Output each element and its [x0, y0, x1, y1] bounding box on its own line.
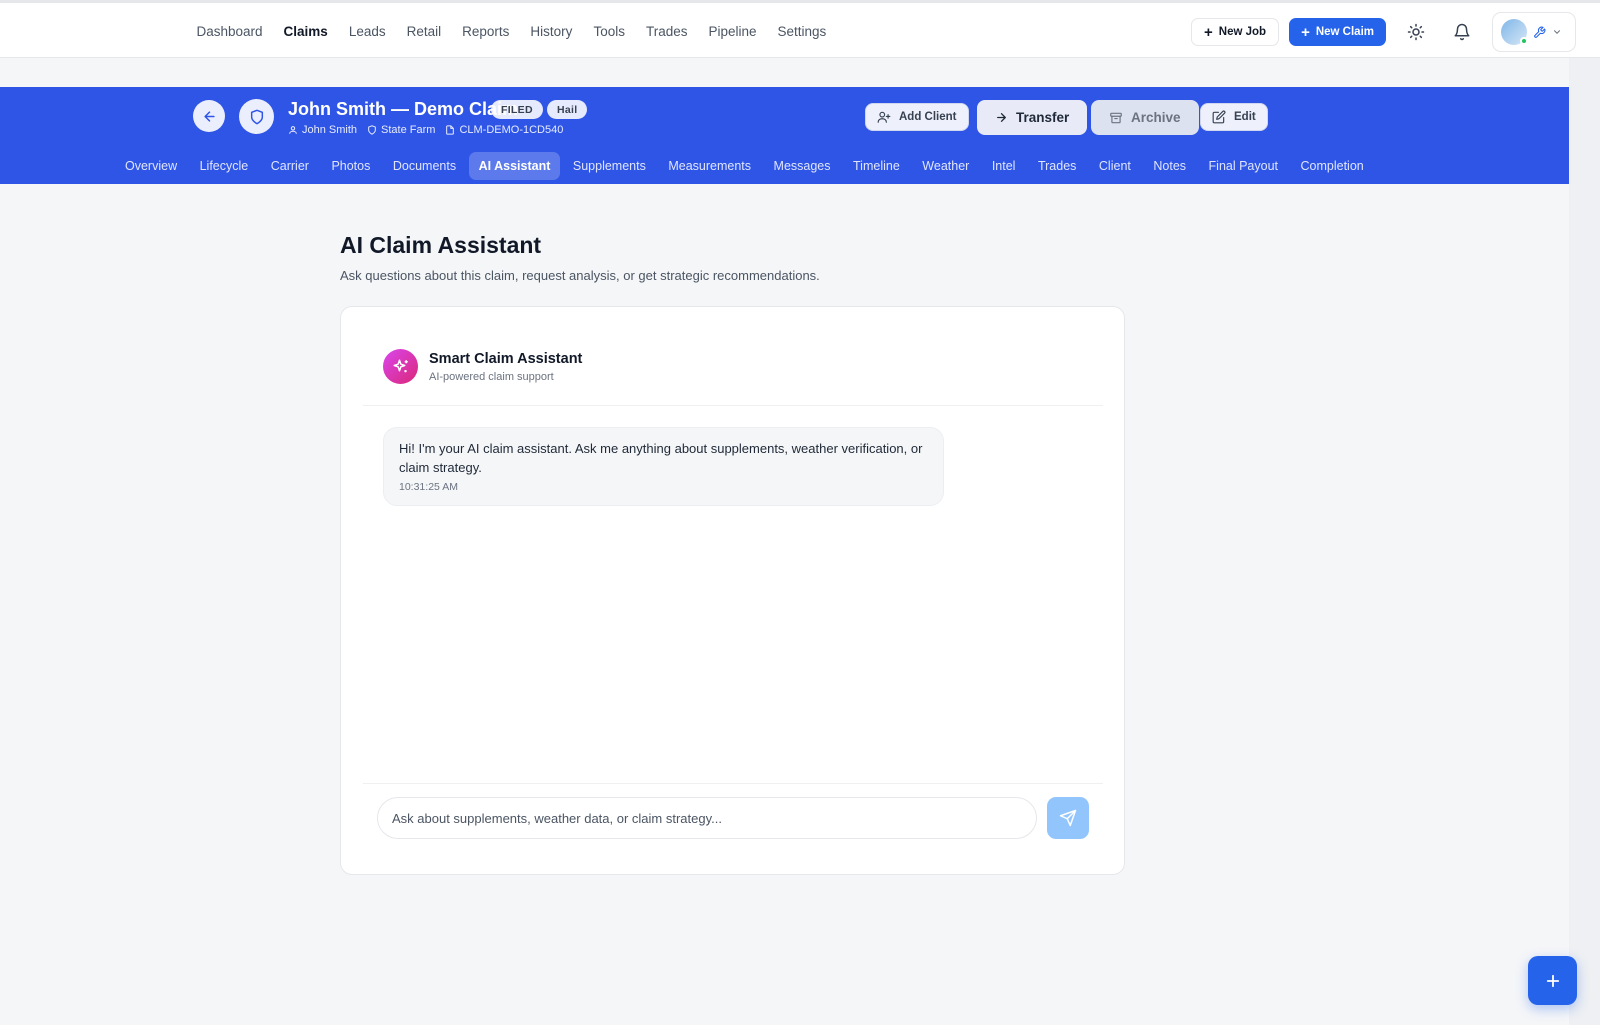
- claim-type-badge: Hail: [547, 100, 588, 119]
- plus-icon: +: [1204, 23, 1213, 41]
- notifications-button[interactable]: [1446, 16, 1478, 48]
- wrench-icon: [1534, 26, 1546, 38]
- theme-toggle-button[interactable]: [1400, 16, 1432, 48]
- tab-ai-assistant[interactable]: AI Assistant: [468, 152, 561, 180]
- nav-item-leads[interactable]: Leads: [338, 24, 396, 39]
- new-job-button[interactable]: + New Job: [1191, 18, 1280, 46]
- claim-client: John Smith: [288, 124, 357, 136]
- add-client-button[interactable]: Add Client: [865, 103, 969, 131]
- plus-icon: [1546, 974, 1559, 987]
- nav-item-history[interactable]: History: [520, 24, 583, 39]
- claim-header: John Smith — Demo Claim FILED Hail John …: [0, 87, 1569, 184]
- tab-notes[interactable]: Notes: [1143, 152, 1196, 180]
- bell-icon: [1454, 23, 1470, 41]
- floating-add-button[interactable]: [1528, 956, 1577, 1005]
- assistant-message: Hi! I'm your AI claim assistant. Ask me …: [383, 427, 944, 506]
- client-name: John Smith: [302, 124, 358, 136]
- plus-icon: +: [1301, 23, 1310, 41]
- shield-icon: [250, 109, 263, 124]
- divider: [363, 783, 1103, 784]
- page-subtitle: Ask questions about this claim, request …: [340, 268, 820, 283]
- claim-shield-button[interactable]: [239, 99, 274, 134]
- divider: [363, 405, 1103, 406]
- main-nav: Dashboard Claims Leads Retail Reports Hi…: [186, 3, 837, 59]
- new-job-label: New Job: [1218, 26, 1267, 38]
- carrier-name: State Farm: [381, 124, 436, 136]
- edit-label: Edit: [1234, 111, 1256, 123]
- message-timestamp: 10:31:25 AM: [399, 481, 458, 493]
- nav-item-pipeline[interactable]: Pipeline: [698, 24, 767, 39]
- profile-menu-button[interactable]: [1492, 12, 1576, 52]
- claim-title: John Smith — Demo Claim: [288, 99, 519, 119]
- nav-item-dashboard[interactable]: Dashboard: [186, 24, 273, 39]
- new-claim-button[interactable]: + New Claim: [1289, 18, 1386, 46]
- online-status-dot: [1520, 37, 1528, 45]
- new-claim-label: New Claim: [1315, 26, 1374, 38]
- assistant-name: Smart Claim Assistant: [429, 351, 583, 367]
- file-icon: [446, 125, 455, 135]
- archive-label: Archive: [1131, 110, 1181, 125]
- tab-overview[interactable]: Overview: [115, 152, 187, 180]
- nav-item-retail[interactable]: Retail: [396, 24, 452, 39]
- tab-messages[interactable]: Messages: [764, 152, 841, 180]
- transfer-button[interactable]: Transfer: [977, 100, 1088, 135]
- ai-avatar: [383, 349, 418, 384]
- archive-icon: [1110, 112, 1122, 123]
- tab-weather[interactable]: Weather: [912, 152, 979, 180]
- tab-client[interactable]: Client: [1089, 152, 1141, 180]
- tab-documents[interactable]: Documents: [383, 152, 466, 180]
- arrow-right-icon: [997, 113, 1006, 122]
- tab-measurements[interactable]: Measurements: [658, 152, 761, 180]
- shield-icon: [368, 125, 376, 135]
- topbar-actions: + New Job + New Claim: [1191, 12, 1576, 52]
- send-button[interactable]: [1047, 797, 1089, 839]
- status-badge: FILED: [491, 100, 543, 119]
- archive-button[interactable]: Archive: [1091, 100, 1199, 135]
- claim-number: CLM-DEMO-1CD540: [459, 124, 564, 136]
- claim-number-field: CLM-DEMO-1CD540: [445, 124, 563, 136]
- avatar: [1501, 19, 1528, 45]
- nav-item-tools[interactable]: Tools: [583, 24, 636, 39]
- nav-item-trades[interactable]: Trades: [635, 24, 698, 39]
- transfer-label: Transfer: [1016, 110, 1070, 125]
- assistant-tagline: AI-powered claim support: [429, 371, 554, 383]
- tab-carrier[interactable]: Carrier: [261, 152, 319, 180]
- top-navigation-bar: Dashboard Claims Leads Retail Reports Hi…: [0, 0, 1600, 58]
- nav-item-claims[interactable]: Claims: [273, 24, 338, 39]
- claim-tabs: Overview Lifecycle Carrier Photos Docume…: [115, 152, 1376, 180]
- scrollbar-track[interactable]: [1569, 58, 1600, 1025]
- user-plus-icon: [877, 111, 891, 123]
- back-button[interactable]: [193, 100, 225, 132]
- nav-item-settings[interactable]: Settings: [767, 24, 837, 39]
- arrow-left-icon: [203, 110, 215, 122]
- claim-meta: John Smith State Farm CLM-DEMO-1CD540: [288, 124, 563, 136]
- sparkles-icon: [393, 359, 408, 372]
- sun-icon: [1407, 23, 1425, 41]
- tab-photos[interactable]: Photos: [321, 152, 380, 180]
- page-title: AI Claim Assistant: [340, 232, 542, 258]
- nav-item-reports[interactable]: Reports: [452, 24, 520, 39]
- tab-completion[interactable]: Completion: [1291, 152, 1374, 180]
- user-icon: [289, 126, 297, 134]
- claim-carrier: State Farm: [367, 124, 435, 136]
- add-client-label: Add Client: [899, 111, 957, 123]
- send-icon: [1059, 809, 1077, 827]
- tab-intel[interactable]: Intel: [982, 152, 1026, 180]
- chevron-down-icon: [1553, 30, 1561, 34]
- tab-final-payout[interactable]: Final Payout: [1199, 152, 1288, 180]
- edit-icon: [1212, 110, 1226, 124]
- tab-timeline[interactable]: Timeline: [843, 152, 910, 180]
- edit-button[interactable]: Edit: [1200, 103, 1268, 131]
- tab-supplements[interactable]: Supplements: [563, 152, 656, 180]
- tab-lifecycle[interactable]: Lifecycle: [190, 152, 259, 180]
- tab-trades[interactable]: Trades: [1028, 152, 1086, 180]
- assistant-chat-card: Smart Claim Assistant AI-powered claim s…: [340, 306, 1125, 875]
- message-text: Hi! I'm your AI claim assistant. Ask me …: [399, 441, 923, 475]
- chat-input[interactable]: [377, 797, 1037, 839]
